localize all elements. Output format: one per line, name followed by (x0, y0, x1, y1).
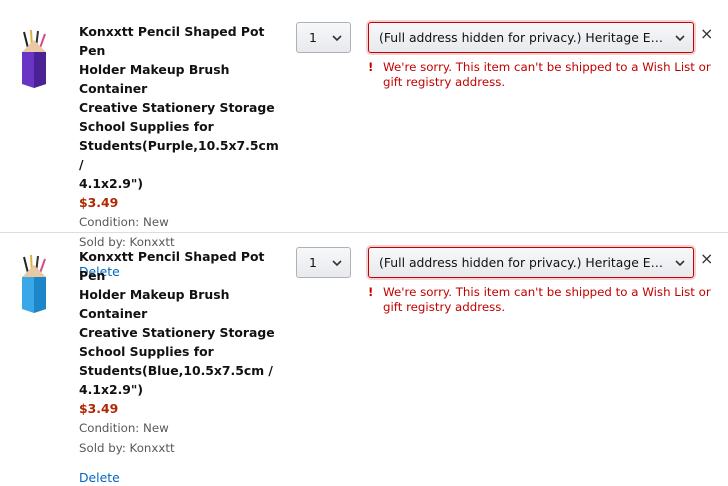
shipping-address-value: (Full address hidden for privacy.) Herit… (379, 30, 664, 45)
cart-item: Konxxtt Pencil Shaped Pot Pen Holder Mak… (0, 0, 728, 279)
delete-link[interactable]: Delete (79, 469, 284, 486)
product-image-purple-pencil-pot[interactable] (14, 26, 54, 90)
close-icon[interactable]: × (700, 251, 713, 267)
alert-icon: ! (368, 60, 374, 74)
chevron-down-icon (675, 260, 685, 267)
product-title[interactable]: Konxxtt Pencil Shaped Pot Pen Holder Mak… (79, 22, 284, 193)
shipping-address-dropdown[interactable]: (Full address hidden for privacy.) Herit… (368, 22, 694, 53)
alert-icon: ! (368, 285, 374, 299)
shipping-address-dropdown[interactable]: (Full address hidden for privacy.) Herit… (368, 247, 694, 278)
product-info: Konxxtt Pencil Shaped Pot Pen Holder Mak… (79, 247, 284, 486)
quantity-value: 1 (309, 255, 317, 270)
product-title[interactable]: Konxxtt Pencil Shaped Pot Pen Holder Mak… (79, 247, 284, 399)
cart-item: Konxxtt Pencil Shaped Pot Pen Holder Mak… (0, 225, 728, 485)
product-price: $3.49 (79, 195, 119, 210)
quantity-dropdown[interactable]: 1 (296, 247, 351, 278)
quantity-value: 1 (309, 30, 317, 45)
error-text: We're sorry. This item can't be shipped … (383, 60, 711, 89)
product-condition: Condition: New (79, 421, 169, 435)
product-image-blue-pencil-pot[interactable] (14, 251, 54, 315)
product-seller: Sold by: Konxxtt (79, 441, 175, 455)
close-icon[interactable]: × (700, 26, 713, 42)
quantity-dropdown[interactable]: 1 (296, 22, 351, 53)
product-price: $3.49 (79, 401, 119, 416)
chevron-down-icon (332, 35, 342, 42)
chevron-down-icon (332, 260, 342, 267)
error-text: We're sorry. This item can't be shipped … (383, 285, 711, 314)
chevron-down-icon (675, 35, 685, 42)
shipping-address-value: (Full address hidden for privacy.) Herit… (379, 255, 664, 270)
